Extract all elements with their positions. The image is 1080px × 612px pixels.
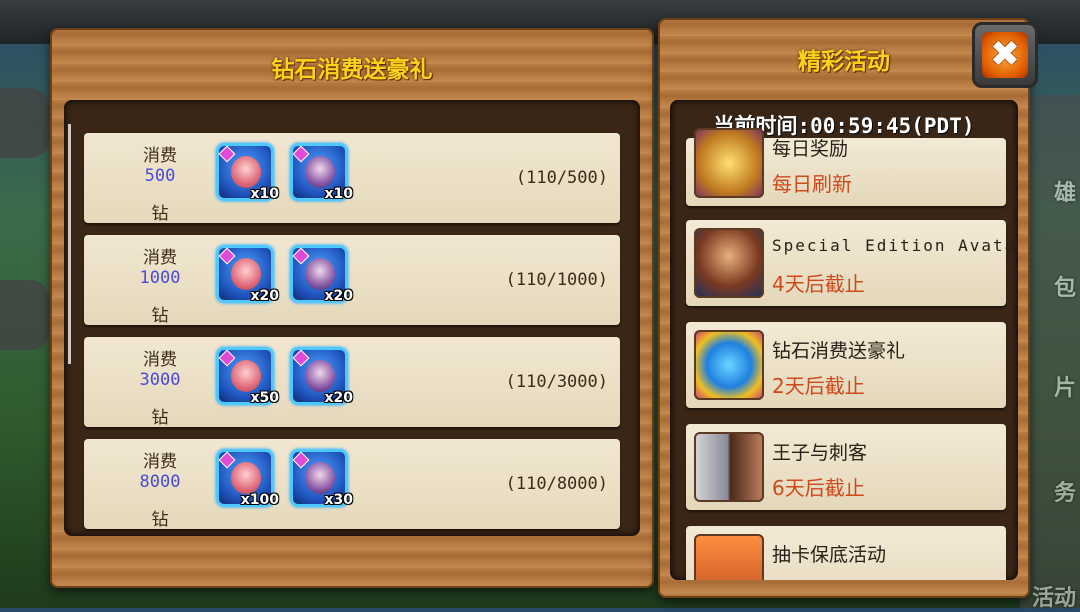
reward-item[interactable]: x10 <box>216 143 279 202</box>
card-draw-icon <box>694 534 764 580</box>
gem-icon <box>292 451 310 469</box>
reward-row: 消费 500 钻 x10 x10 (110/500) <box>84 133 620 224</box>
reward-quantity: x20 <box>250 288 279 304</box>
reward-quantity: x50 <box>250 390 279 406</box>
scrollbar[interactable] <box>68 124 71 364</box>
spend-amount: 3000 <box>139 370 181 390</box>
purple-hero-icon <box>305 360 335 392</box>
pink-hero-icon <box>231 360 261 392</box>
gem-icon <box>218 349 236 367</box>
reward-row: 消费 3000 钻 x50 x20 (110/3000) <box>84 337 620 428</box>
purple-hero-icon <box>305 156 335 188</box>
progress-text: (110/500) <box>515 168 608 188</box>
event-deadline: 2天后截止 <box>772 374 865 398</box>
reward-quantity: x30 <box>324 492 353 508</box>
progress-text: (110/8000) <box>505 474 608 494</box>
spend-amount: 500 <box>144 166 176 186</box>
event-title: Special Edition Avatar <box>772 236 1018 255</box>
background-side-button <box>0 88 50 158</box>
side-menu-label: 雄 <box>1053 181 1076 206</box>
diamond-unit-label: 钻 <box>151 204 169 224</box>
spend-label: 消费 <box>143 248 177 268</box>
prince-assassin-icon <box>694 432 764 502</box>
reward-quantity: x10 <box>324 186 353 202</box>
side-menu-label: 片 <box>1053 376 1076 401</box>
diamond-unit-label: 钻 <box>151 306 169 326</box>
event-item-prince-assassin[interactable]: 王子与刺客 6天后截止 <box>686 424 1006 510</box>
panel-title: 钻石消费送豪礼 <box>271 57 433 83</box>
reward-quantity: x20 <box>324 288 353 304</box>
reward-item[interactable]: x50 <box>216 347 279 406</box>
event-title: 抽卡保底活动 <box>772 544 887 566</box>
gem-icon <box>292 247 310 265</box>
event-title: 每日奖励 <box>772 138 849 160</box>
reward-quantity: x100 <box>240 492 279 508</box>
event-title: 钻石消费送豪礼 <box>772 340 906 362</box>
spend-amount: 8000 <box>139 472 181 492</box>
diamond-refresh-icon <box>694 330 764 400</box>
pink-hero-icon <box>231 258 261 290</box>
reward-row: 消费 1000 钻 x20 x20 (110/1000) <box>84 235 620 326</box>
close-button[interactable]: ✖ <box>972 22 1038 88</box>
progress-text: (110/3000) <box>505 372 608 392</box>
diamond-spend-panel: 钻石消费送豪礼 消费 500 钻 x10 x10 (110/500) 消费 10… <box>50 28 654 588</box>
treasure-chest-icon <box>694 128 764 198</box>
diamond-unit-label: 钻 <box>151 510 169 530</box>
diamond-unit-label: 钻 <box>151 408 169 428</box>
avatar-icon <box>694 228 764 298</box>
reward-item[interactable]: x10 <box>290 143 353 202</box>
gem-icon <box>218 451 236 469</box>
reward-row: 消费 8000 钻 x100 x30 (110/8000) <box>84 439 620 530</box>
gem-icon <box>218 247 236 265</box>
event-item-daily-reward[interactable]: 每日奖励 每日刷新 <box>686 128 1006 206</box>
reward-item[interactable]: x20 <box>290 245 353 304</box>
pink-hero-icon <box>231 156 261 188</box>
reward-item[interactable]: x30 <box>290 449 353 508</box>
close-icon: ✖ <box>982 32 1028 78</box>
event-deadline: 4天后截止 <box>772 272 865 296</box>
purple-hero-icon <box>305 462 335 494</box>
reward-list[interactable]: 消费 500 钻 x10 x10 (110/500) 消费 1000 钻 x20… <box>64 100 640 536</box>
gem-icon <box>218 145 236 163</box>
event-item-special-avatar[interactable]: Special Edition Avatar 4天后截止 <box>686 220 1018 306</box>
side-menu-label: 务 <box>1053 481 1076 506</box>
event-item-card-draw[interactable]: 抽卡保底活动 <box>686 526 1006 580</box>
reward-quantity: x20 <box>324 390 353 406</box>
purple-hero-icon <box>305 258 335 290</box>
events-panel: 精彩活动 当前时间:00:59:45(PDT) 每日奖励 每日刷新 Specia… <box>658 18 1030 598</box>
event-title: 王子与刺客 <box>772 442 868 464</box>
reward-item[interactable]: x20 <box>216 245 279 304</box>
side-menu-label: 活动 <box>1031 586 1076 611</box>
spend-amount: 1000 <box>139 268 181 288</box>
spend-label: 消费 <box>143 452 177 472</box>
event-item-diamond-spend[interactable]: 钻石消费送豪礼 2天后截止 <box>686 322 1006 408</box>
reward-item[interactable]: x20 <box>290 347 353 406</box>
gem-icon <box>292 349 310 367</box>
event-deadline: 每日刷新 <box>772 172 852 196</box>
reward-item[interactable]: x100 <box>216 449 279 508</box>
pink-hero-icon <box>231 462 261 494</box>
gem-icon <box>292 145 310 163</box>
spend-label: 消费 <box>143 146 177 166</box>
events-list[interactable]: 当前时间:00:59:45(PDT) 每日奖励 每日刷新 Special Edi… <box>670 100 1018 580</box>
spend-label: 消费 <box>143 350 177 370</box>
progress-text: (110/1000) <box>505 270 608 290</box>
side-menu-label: 包 <box>1053 276 1076 301</box>
chat-button <box>0 280 50 350</box>
event-deadline: 6天后截止 <box>772 476 865 500</box>
reward-quantity: x10 <box>250 186 279 202</box>
